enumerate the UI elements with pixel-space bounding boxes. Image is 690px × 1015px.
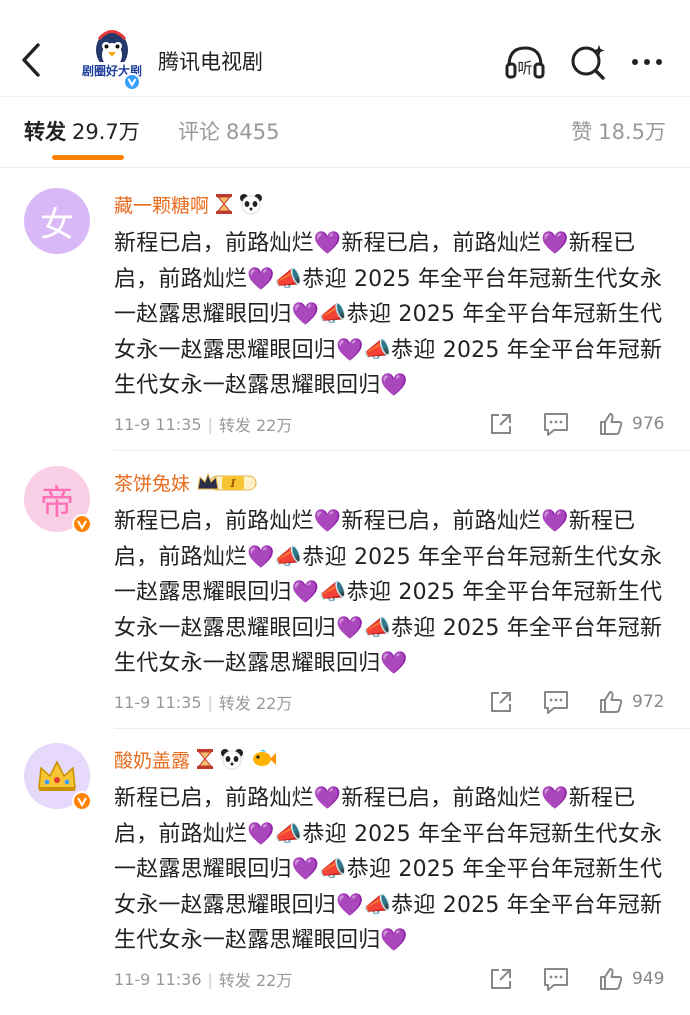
verified-badge-icon (72, 791, 92, 811)
share-button[interactable] (488, 965, 514, 993)
more-button[interactable] (625, 40, 669, 84)
like-button[interactable]: 949 (598, 965, 664, 993)
comment-text: 新程已启，前路灿烂💜新程已启，前路灿烂💜新程已启，前路灿烂💜📣恭迎 2025 年… (114, 231, 663, 398)
tab-like[interactable]: 赞 18.5万 (571, 116, 666, 146)
repost-count: 转发 22万 (218, 416, 293, 435)
share-icon (491, 969, 511, 989)
comment-button[interactable] (542, 688, 570, 716)
tab-repost[interactable]: 转发 29.7万 (24, 116, 140, 146)
repost-count: 转发 22万 (218, 971, 293, 990)
svg-text:I: I (229, 477, 236, 490)
listen-button[interactable]: 听 (503, 40, 547, 84)
timestamp: 11-9 11:36 (114, 969, 202, 989)
share-button[interactable] (488, 410, 514, 438)
panda-icon (220, 748, 244, 770)
list-item: 帝 茶饼兔妹 I 新程已启，前路灿烂💜新程已启，前路灿烂💜新程已启，前路灿烂💜📣… (0, 466, 690, 729)
username[interactable]: 茶饼兔妹 (114, 469, 190, 496)
comment-text: 新程已启，前路灿烂💜新程已启，前路灿烂💜新程已启，前路灿烂💜📣恭迎 2025 年… (114, 786, 663, 953)
comment-text: 新程已启，前路灿烂💜新程已启，前路灿烂💜新程已启，前路灿烂💜📣恭迎 2025 年… (114, 509, 663, 676)
comment-icon (544, 413, 568, 436)
thumbs-up-icon (600, 968, 623, 990)
thumbs-up-icon (600, 691, 623, 713)
repost-count: 转发 22万 (218, 694, 293, 713)
timestamp: 11-9 11:35 (114, 414, 202, 434)
divider (114, 450, 690, 451)
panda-icon (239, 193, 263, 215)
search-button[interactable] (566, 40, 610, 84)
crown-icon (38, 760, 76, 791)
like-count: 976 (632, 414, 665, 434)
list-item: 酸奶盖露 新程已启，前路灿烂💜新程已启，前路灿烂💜新程已启，前路灿烂💜📣恭迎 2… (0, 743, 690, 1005)
account-avatar[interactable]: 剧圈好大剧 (80, 26, 144, 92)
chevron-left-icon (22, 43, 40, 77)
like-count: 949 (632, 969, 665, 989)
comment-button[interactable] (542, 965, 570, 993)
hourglass-icon (196, 748, 214, 770)
like-count: 972 (632, 692, 665, 712)
fish-icon (250, 748, 277, 770)
like-button[interactable]: 976 (598, 410, 664, 438)
like-button[interactable]: 972 (598, 688, 664, 716)
account-name[interactable]: 腾讯电视剧 (158, 46, 263, 76)
svg-text:听: 听 (517, 59, 532, 77)
headphones-icon: 听 (505, 46, 545, 79)
share-icon (491, 414, 511, 434)
more-icon (632, 59, 662, 65)
username[interactable]: 酸奶盖露 (114, 746, 190, 773)
username[interactable]: 藏一颗糖啊 (114, 191, 209, 218)
share-button[interactable] (488, 688, 514, 716)
active-tab-indicator (52, 155, 124, 160)
divider (114, 728, 690, 729)
back-button[interactable] (14, 40, 48, 80)
share-icon (491, 692, 511, 712)
top-bar: 剧圈好大剧 腾讯电视剧 听 (0, 0, 690, 96)
hourglass-icon (215, 193, 233, 215)
comment-icon (544, 691, 568, 714)
tab-bar: 转发 29.7万 评论 8455 赞 18.5万 (0, 97, 690, 167)
tab-comment[interactable]: 评论 8455 (178, 116, 279, 146)
avatar[interactable]: 女 (24, 188, 90, 254)
timestamp: 11-9 11:35 (114, 692, 202, 712)
verified-badge-icon (72, 514, 92, 534)
comment-button[interactable] (542, 410, 570, 438)
comment-icon (544, 968, 568, 991)
tabs-divider (0, 167, 690, 168)
search-icon (571, 45, 605, 80)
vip-crown-badge-icon: I (196, 471, 258, 493)
thumbs-up-icon (600, 413, 623, 435)
list-item: 女 藏一颗糖啊 新程已启，前路灿烂💜新程已启，前路灿烂💜新程已启，前路灿烂💜📣恭… (0, 188, 690, 451)
